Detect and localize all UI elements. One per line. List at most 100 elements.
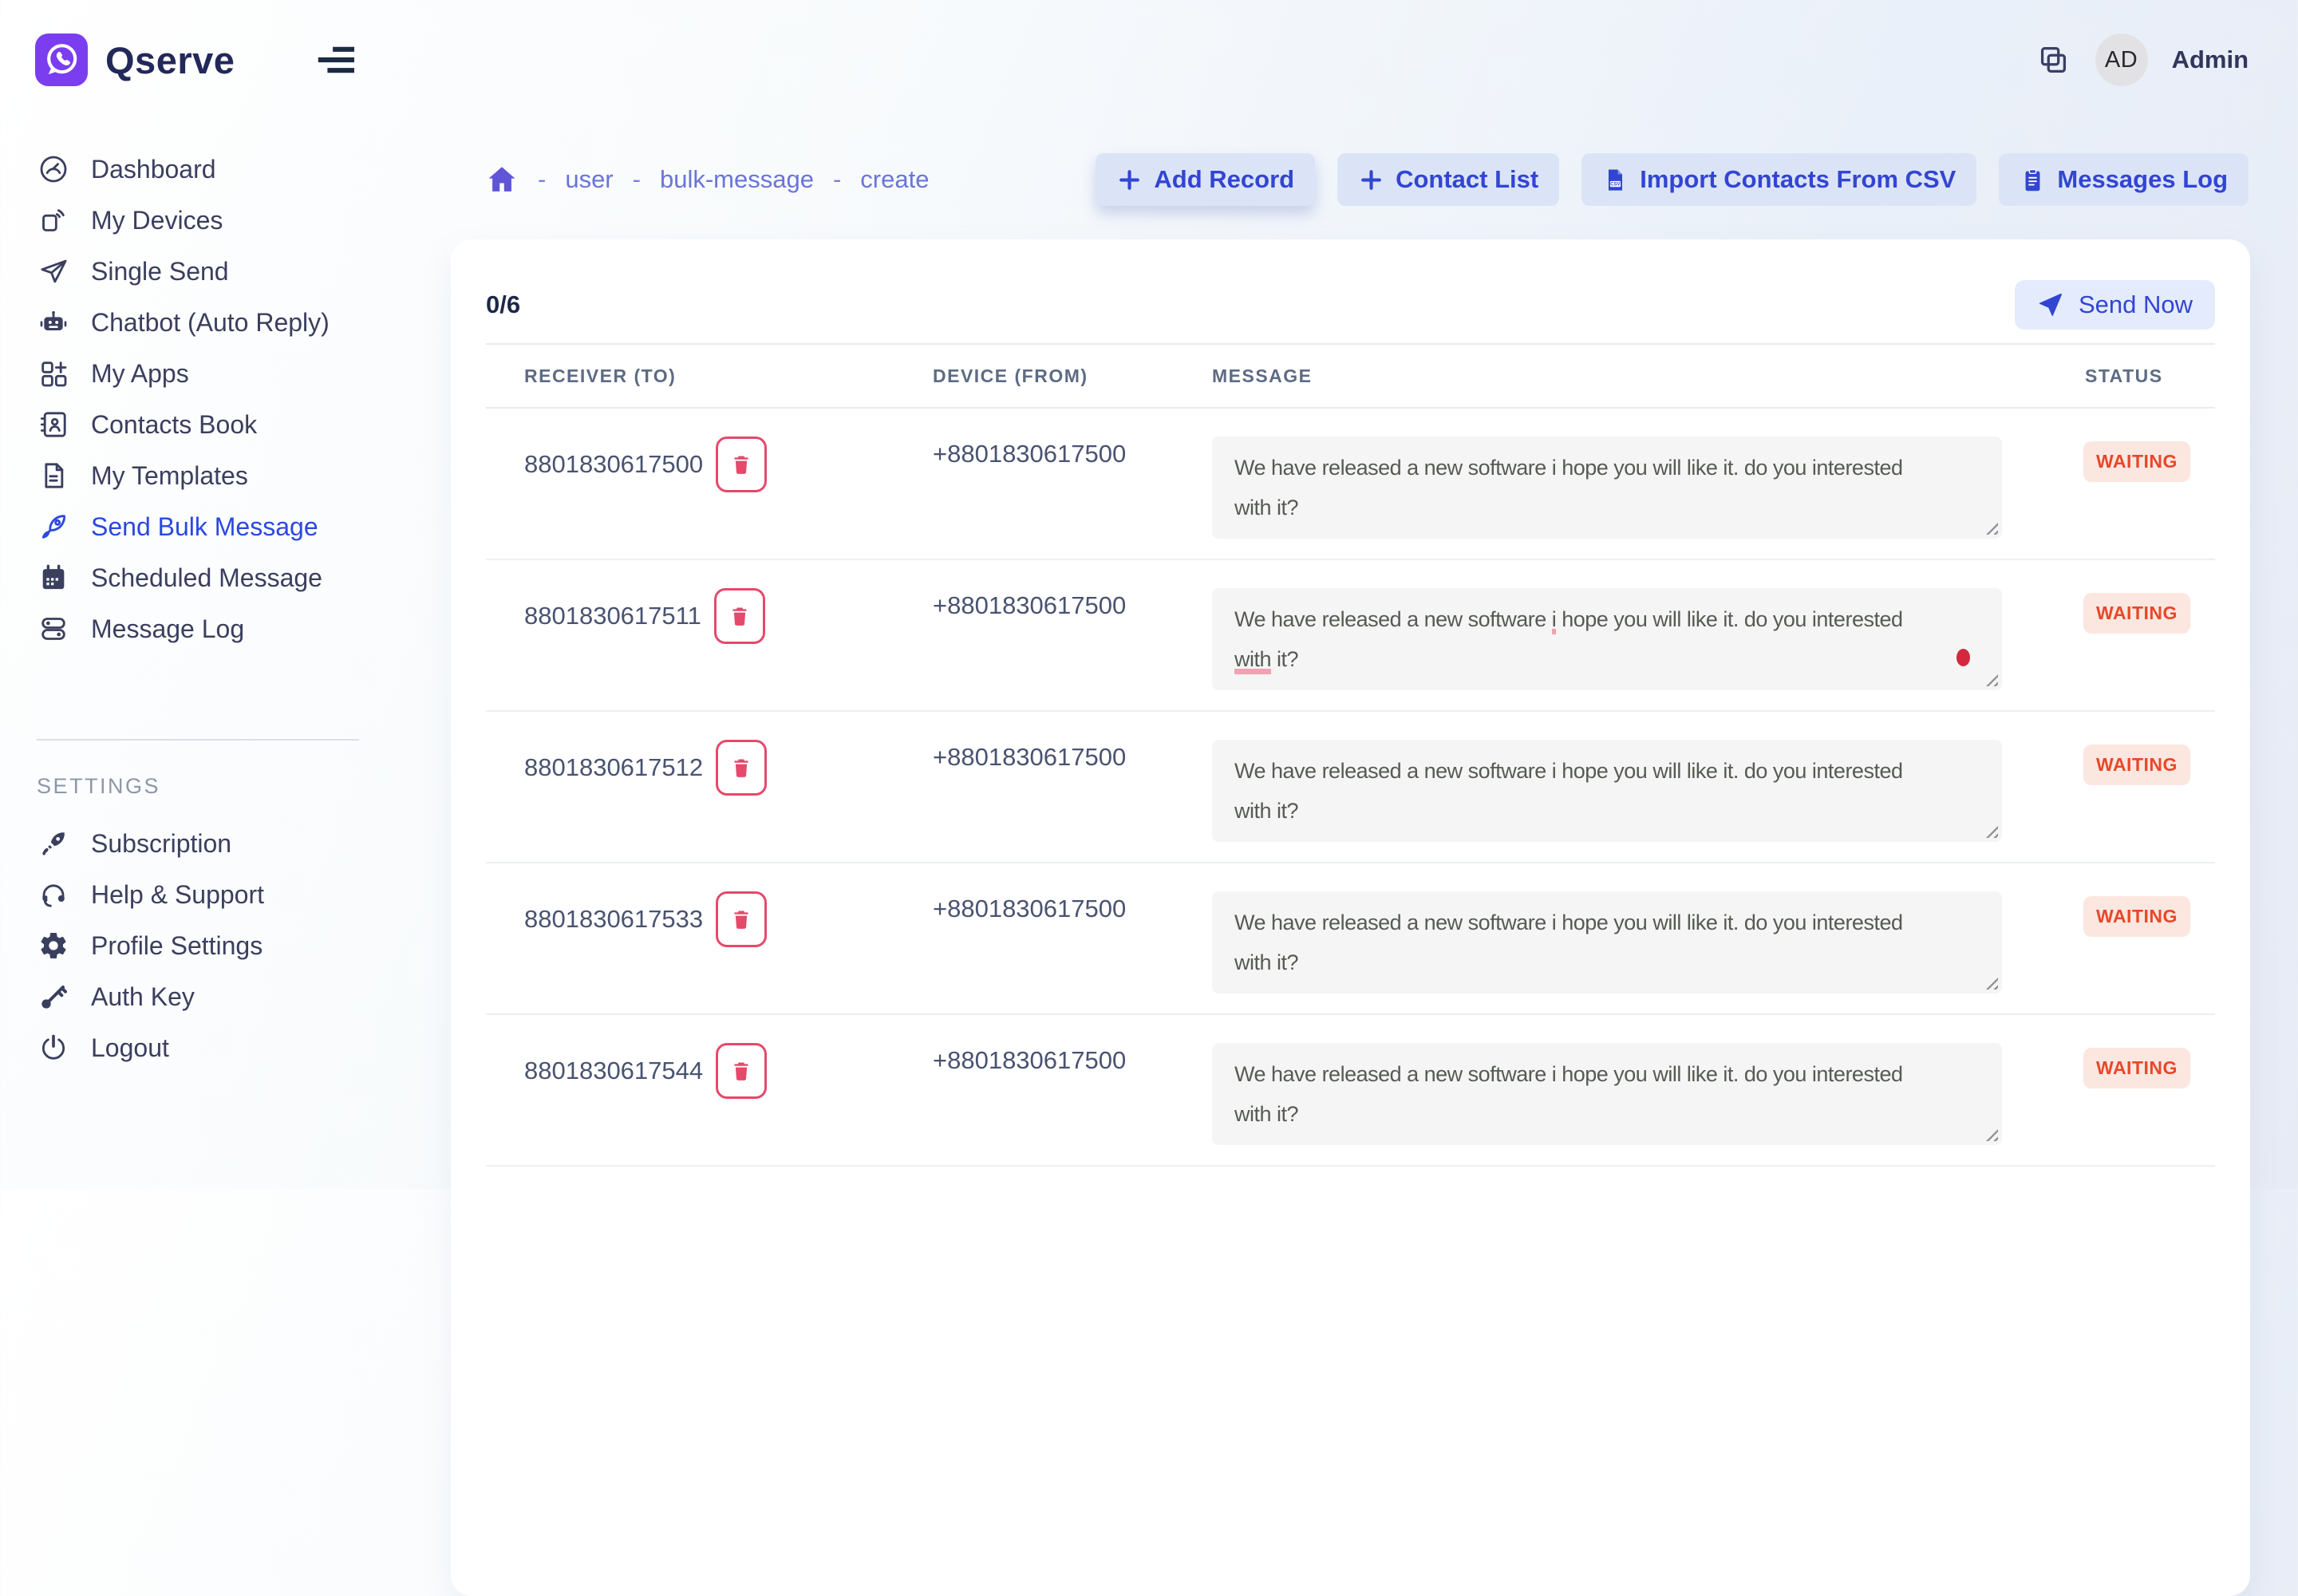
table-header-row: RECEIVER (TO)DEVICE (FROM)MESSAGESTATUS (486, 343, 2215, 409)
clipboard-icon (2020, 167, 2046, 193)
calendar-icon (37, 561, 70, 595)
whatsapp-logo-icon (35, 34, 88, 86)
status-badge: WAITING (2083, 441, 2190, 482)
button-label: Messages Log (2057, 165, 2228, 194)
status-cell: WAITING (2083, 1043, 2215, 1088)
sidebar-item-message-log[interactable]: Message Log (0, 603, 415, 654)
message-line-2: with it? (1234, 942, 1980, 982)
device-number: +8801830617500 (933, 440, 1126, 468)
message-textarea[interactable]: We have released a new software i hope y… (1212, 1043, 2002, 1145)
breadcrumb-link-bulk-message[interactable]: bulk-message (660, 165, 814, 194)
sidebar-item-single-send[interactable]: Single Send (0, 246, 415, 297)
sidebar-item-label: Help & Support (91, 880, 264, 910)
status-cell: WAITING (2083, 588, 2215, 634)
contact-list-button[interactable]: Contact List (1337, 153, 1559, 206)
sidebar-item-subscription[interactable]: Subscription (0, 818, 415, 869)
message-cell: We have released a new software i hope y… (1174, 891, 2083, 994)
spellcheck-underline: with (1234, 647, 1271, 674)
sidebar-item-label: Message Log (91, 614, 244, 644)
receiver-number: 8801830617512 (524, 753, 703, 782)
sidebar-toggle-button[interactable] (311, 35, 361, 85)
sidebar-divider (37, 739, 359, 741)
device-cell: +8801830617500 (894, 740, 1174, 772)
spellcheck-underline: i (1552, 607, 1557, 634)
csv-file-icon: CSV (1602, 167, 1629, 193)
key-icon (37, 980, 70, 1013)
sidebar-item-scheduled-message[interactable]: Scheduled Message (0, 552, 415, 603)
delete-record-button[interactable] (716, 891, 767, 947)
user-name[interactable]: Admin (2172, 45, 2249, 74)
devices-icon (37, 203, 70, 237)
sidebar-item-help-support[interactable]: Help & Support (0, 869, 415, 920)
sidebar-item-profile-settings[interactable]: Profile Settings (0, 920, 415, 971)
plus-icon (1358, 167, 1384, 193)
device-number: +8801830617500 (933, 743, 1126, 771)
delete-record-button[interactable] (714, 588, 765, 644)
delete-record-button[interactable] (716, 437, 767, 492)
toolbar: Add Record Contact List CSVImport Contacts… (1096, 153, 2249, 206)
breadcrumb-separator: - (833, 165, 841, 194)
dashboard-icon (37, 152, 70, 186)
sidebar-item-dashboard[interactable]: Dashboard (0, 144, 415, 195)
main-content: -user-bulk-message-create Add RecordCont… (415, 120, 2298, 1189)
settings-section-label: SETTINGS (37, 774, 415, 799)
home-icon[interactable] (485, 163, 519, 196)
message-textarea[interactable]: We have released a new software i hope y… (1212, 437, 2002, 539)
message-line-2: with it? (1234, 791, 1980, 831)
status-badge: WAITING (2083, 896, 2190, 937)
toggles-icon (37, 612, 70, 646)
status-badge: WAITING (2083, 745, 2190, 785)
sidebar-item-my-templates[interactable]: My Templates (0, 450, 415, 501)
sidebar-settings-nav: Subscription Help & Support Profile Settin… (0, 818, 415, 1073)
sidebar-item-my-apps[interactable]: My Apps (0, 348, 415, 399)
message-cell: We have released a new software i hope y… (1174, 1043, 2083, 1145)
sidebar-item-label: Dashboard (91, 155, 216, 184)
sidebar-item-send-bulk-message[interactable]: Send Bulk Message (0, 501, 415, 552)
rocket-icon (37, 510, 70, 543)
breadcrumb-separator: - (538, 165, 546, 194)
message-cell: We have released a new software i hope y… (1174, 437, 2083, 539)
status-cell: WAITING (2083, 891, 2215, 937)
receiver-cell: 8801830617500 (486, 437, 894, 492)
apps-grid-icon (37, 357, 70, 390)
sidebar-item-contacts-book[interactable]: Contacts Book (0, 399, 415, 450)
headset-icon (37, 878, 70, 911)
sidebar-item-logout[interactable]: Logout (0, 1022, 415, 1073)
message-cell: We have released a new software i hope y… (1174, 588, 2083, 690)
sidebar: Dashboard My Devices Single SendChatbot (A… (0, 120, 415, 1189)
message-textarea[interactable]: We have released a new software i hope y… (1212, 588, 2002, 690)
device-cell: +8801830617500 (894, 437, 1174, 468)
trash-icon (729, 1059, 753, 1083)
receiver-cell: 8801830617533 (486, 891, 894, 947)
sidebar-item-chatbot-auto-reply[interactable]: Chatbot (Auto Reply) (0, 297, 415, 348)
rocket-filled-icon (37, 827, 70, 860)
breadcrumb-link-create[interactable]: create (860, 165, 929, 194)
robot-icon (37, 306, 70, 339)
breadcrumb-link-user[interactable]: user (565, 165, 613, 194)
sidebar-item-label: My Apps (91, 359, 189, 389)
trash-icon (729, 756, 753, 780)
receiver-cell: 8801830617544 (486, 1043, 894, 1099)
status-cell: WAITING (2083, 437, 2215, 482)
status-badge: WAITING (2083, 593, 2190, 634)
sidebar-item-my-devices[interactable]: My Devices (0, 195, 415, 246)
message-textarea[interactable]: We have released a new software i hope y… (1212, 891, 2002, 994)
header-right: AD Admin (2035, 34, 2298, 86)
avatar[interactable]: AD (2095, 34, 2148, 86)
messages-log-button[interactable]: Messages Log (1999, 153, 2249, 206)
contacts-book-icon (37, 408, 70, 441)
import-contacts-from-csv-button[interactable]: CSVImport Contacts From CSV (1581, 153, 1976, 206)
send-now-label: Send Now (2079, 290, 2193, 319)
sidebar-item-label: Profile Settings (91, 931, 263, 961)
message-textarea[interactable]: We have released a new software i hope y… (1212, 740, 2002, 842)
delete-record-button[interactable] (716, 740, 767, 796)
send-now-button[interactable]: Send Now (2015, 280, 2215, 330)
sidebar-item-label: My Devices (91, 206, 223, 235)
receiver-number: 8801830617500 (524, 450, 703, 479)
copy-icon[interactable] (2035, 41, 2071, 78)
table-row: 8801830617533+8801830617500We have relea… (486, 863, 2215, 1015)
delete-record-button[interactable] (716, 1043, 767, 1099)
add-record-button[interactable]: Add Record (1096, 153, 1315, 206)
button-label: Add Record (1154, 165, 1294, 194)
sidebar-item-auth-key[interactable]: Auth Key (0, 971, 415, 1022)
